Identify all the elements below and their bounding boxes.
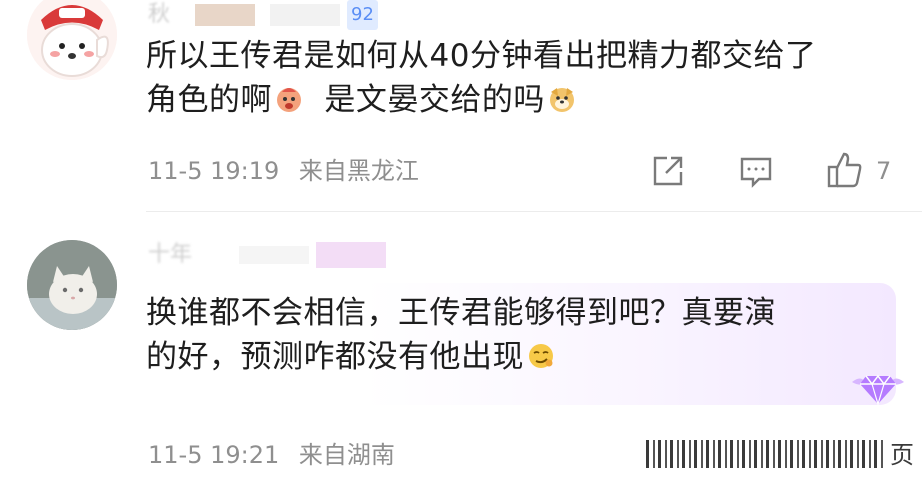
trailing-text: 页 bbox=[890, 441, 914, 469]
like-icon[interactable] bbox=[826, 150, 864, 188]
diamond-badge-icon bbox=[848, 362, 908, 408]
smirk-emoji-icon bbox=[526, 339, 556, 369]
white-cat-avatar-icon bbox=[27, 240, 117, 330]
comment-2: 十年 换谁都不会相信，王传君能够得到吧？真要演 的好，预测咋都没有他出现 11-… bbox=[0, 212, 922, 482]
cartoon-dog-avatar-icon bbox=[27, 0, 117, 80]
comment-location: 来自湖南 bbox=[298, 441, 395, 469]
share-icon[interactable] bbox=[649, 152, 687, 190]
comment-meta: 11-5 19:21 来自湖南 bbox=[148, 440, 407, 470]
comment-text-line-1: 所以王传君是如何从40分钟看出把精力都交给了 bbox=[146, 38, 817, 74]
comment-text-line-2: 角色的啊 是文晏交给的吗 bbox=[146, 78, 906, 122]
like-count: 7 bbox=[876, 157, 892, 185]
username-mask bbox=[239, 246, 310, 264]
username[interactable]: 秋 92 bbox=[148, 0, 378, 30]
comment-text-line-1: 换谁都不会相信，王传君能够得到吧？真要演 bbox=[146, 295, 776, 331]
comment-text-part: 是文晏交给的吗 bbox=[324, 82, 545, 118]
comment-text: 所以王传君是如何从40分钟看出把精力都交给了 角色的啊 是文晏交给的吗 bbox=[146, 34, 906, 122]
username-mask bbox=[270, 4, 341, 26]
comment-date: 11-5 19:19 bbox=[148, 157, 280, 185]
level-badge: 92 bbox=[347, 0, 378, 30]
comment-location: 来自黑龙江 bbox=[298, 157, 419, 185]
comment-meta: 11-5 19:19 来自黑龙江 bbox=[148, 156, 431, 186]
avatar[interactable] bbox=[27, 240, 117, 330]
comment-text-line-2: 的好，预测咋都没有他出现 bbox=[146, 335, 906, 379]
comment-1: 秋 92 所以王传君是如何从40分钟看出把精力都交给了 角色的啊 是文晏交给的吗 bbox=[0, 0, 922, 212]
comment-text-part: 的好，预测咋都没有他出现 bbox=[146, 339, 524, 375]
crying-emoji-icon bbox=[274, 82, 304, 112]
comment-text: 换谁都不会相信，王传君能够得到吧？真要演 的好，预测咋都没有他出现 bbox=[146, 291, 906, 379]
comment-icon[interactable] bbox=[737, 152, 775, 190]
username-mask bbox=[195, 4, 256, 26]
username-text: 秋 bbox=[148, 2, 171, 27]
username[interactable]: 十年 bbox=[148, 240, 387, 270]
comment-text-part: 角色的啊 bbox=[146, 82, 272, 118]
username-text: 十年 bbox=[148, 242, 193, 267]
avatar[interactable] bbox=[27, 0, 117, 80]
doge-emoji-icon bbox=[547, 82, 577, 112]
comment-date: 11-5 19:21 bbox=[148, 441, 280, 469]
username-mask bbox=[316, 242, 387, 268]
obscured-actions-bar bbox=[646, 440, 886, 468]
